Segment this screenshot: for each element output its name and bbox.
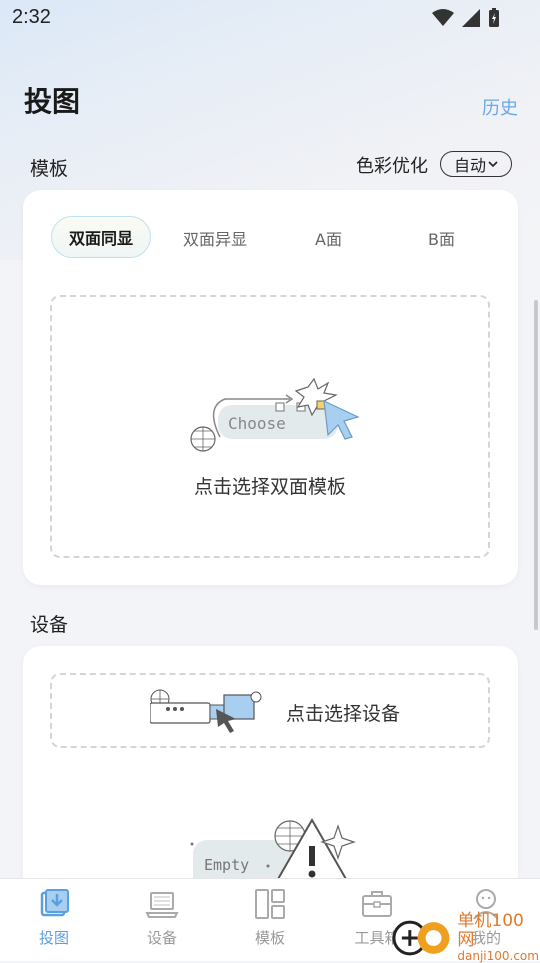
status-bar: 2:32: [0, 0, 540, 36]
tab-side-a[interactable]: A面: [315, 226, 342, 250]
tab-dual-different[interactable]: 双面异显: [183, 226, 247, 250]
status-time: 2:32: [12, 6, 51, 28]
history-link[interactable]: 历史: [482, 94, 518, 120]
watermark-line1: 单机100网: [457, 911, 524, 950]
device-drop-text: 点击选择设备: [286, 703, 401, 725]
color-optimization-label: 色彩优化: [356, 156, 428, 177]
watermark-logo-icon: [392, 920, 450, 955]
signal-icon: [462, 9, 480, 27]
device-card: 点击选择设备 Empty: [23, 646, 518, 906]
laptop-icon: [145, 892, 179, 918]
device-section-label: 设备: [30, 614, 69, 636]
color-optimization-value: 自动: [453, 156, 486, 175]
template-drop-zone[interactable]: Choose 点击选择双面模板: [50, 295, 490, 558]
toolbox-icon: [362, 891, 392, 917]
tabbar-label-device: 设备: [146, 929, 177, 947]
chevron-down-icon: [488, 161, 498, 168]
watermark-line2: danji100.com: [457, 949, 539, 963]
page-title: 投图: [24, 85, 81, 118]
tab-side-b[interactable]: B面: [428, 226, 455, 250]
wifi-icon: [432, 9, 454, 26]
tabbar-label-cast: 投图: [38, 929, 69, 947]
template-drop-text: 点击选择双面模板: [193, 476, 346, 498]
battery-icon: [489, 8, 499, 27]
device-illustration: [150, 689, 262, 733]
color-optimization-select[interactable]: 自动: [440, 151, 512, 177]
status-icons: [432, 8, 500, 28]
empty-illustration-text: Empty: [204, 856, 249, 874]
watermark: 单机100网 danji100.com: [392, 912, 540, 963]
tabbar-item-template[interactable]: 模板: [230, 887, 310, 948]
tab-dual-same[interactable]: 双面同显: [51, 216, 151, 258]
choose-illustration-text: Choose: [228, 414, 286, 433]
device-drop-zone[interactable]: 点击选择设备: [50, 673, 490, 748]
scrollbar[interactable]: [534, 300, 538, 630]
watermark-text: 单机100网 danji100.com: [457, 912, 540, 963]
template-section-label: 模板: [30, 158, 69, 180]
tabbar-item-device[interactable]: 设备: [122, 887, 202, 948]
cast-download-icon: [40, 889, 69, 917]
template-grid-icon: [255, 889, 285, 919]
tabbar-label-template: 模板: [254, 929, 285, 947]
tabbar-item-cast[interactable]: 投图: [14, 887, 94, 948]
choose-illustration: Choose: [190, 377, 360, 452]
template-card: 双面同显 双面异显 A面 B面 Choose 点击选择双面模板: [23, 190, 518, 585]
